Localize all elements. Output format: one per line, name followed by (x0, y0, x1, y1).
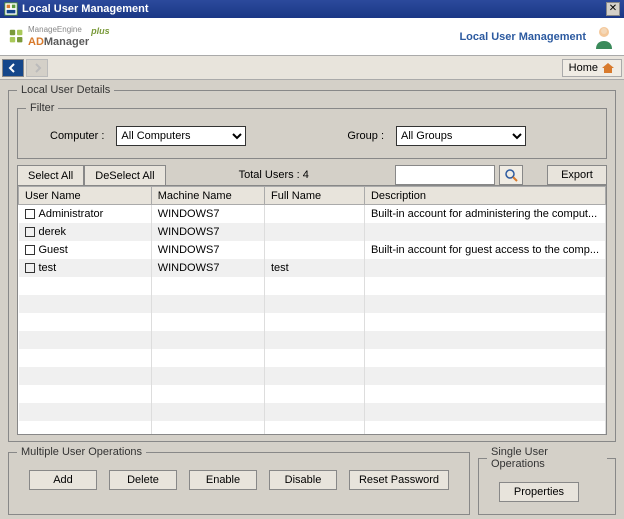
cell-machine: WINDOWS7 (151, 223, 264, 241)
cell-user: test (39, 262, 57, 274)
table-row (19, 295, 606, 313)
header: ManageEngine ADManager plus Local User M… (0, 18, 624, 56)
add-button[interactable]: Add (29, 470, 97, 490)
cell-full (264, 205, 364, 223)
table-row (19, 421, 606, 436)
multi-legend: Multiple User Operations (17, 446, 146, 458)
row-checkbox[interactable] (25, 245, 35, 255)
col-desc[interactable]: Description (364, 187, 605, 205)
row-checkbox[interactable] (25, 263, 35, 273)
logo-top: ManageEngine (28, 26, 89, 34)
table-row (19, 277, 606, 295)
search-input[interactable] (395, 165, 495, 185)
col-full[interactable]: Full Name (264, 187, 364, 205)
cell-machine: WINDOWS7 (151, 259, 264, 277)
back-button[interactable] (2, 59, 24, 77)
delete-button[interactable]: Delete (109, 470, 177, 490)
cell-desc: Built-in account for guest access to the… (364, 241, 605, 259)
cell-machine: WINDOWS7 (151, 205, 264, 223)
window-title: Local User Management (22, 3, 149, 15)
local-user-details: Local User Details Filter Computer : All… (8, 84, 616, 442)
titlebar: Local User Management ✕ (0, 0, 624, 18)
home-label: Home (569, 62, 598, 74)
user-avatar-icon (592, 25, 616, 49)
home-button[interactable]: Home (562, 59, 622, 77)
computer-label: Computer : (50, 130, 104, 142)
page-title: Local User Management (459, 31, 586, 43)
cell-user: Administrator (39, 208, 104, 220)
app-icon (4, 2, 18, 16)
search-icon (504, 168, 518, 182)
reset-password-button[interactable]: Reset Password (349, 470, 449, 490)
logo-icon (8, 28, 26, 46)
row-checkbox[interactable] (25, 227, 35, 237)
users-table: User Name Machine Name Full Name Descrip… (17, 185, 607, 435)
deselect-all-button[interactable]: DeSelect All (84, 165, 165, 185)
group-label: Group : (347, 130, 384, 142)
table-row[interactable]: Administrator WINDOWS7 Built-in account fo… (19, 205, 606, 223)
search-button[interactable] (499, 165, 523, 185)
navbar: Home (0, 56, 624, 80)
close-button[interactable]: ✕ (606, 2, 620, 16)
col-user[interactable]: User Name (19, 187, 152, 205)
select-all-button[interactable]: Select All (17, 165, 84, 185)
table-row (19, 367, 606, 385)
enable-button[interactable]: Enable (189, 470, 257, 490)
logo-ad: AD (28, 36, 44, 48)
row-checkbox[interactable] (25, 209, 35, 219)
disable-button[interactable]: Disable (269, 470, 337, 490)
cell-user: Guest (39, 244, 68, 256)
home-icon (601, 62, 615, 74)
export-button[interactable]: Export (547, 165, 607, 185)
logo-manager: Manager (44, 36, 89, 48)
table-row (19, 331, 606, 349)
single-user-ops: Single User Operations Properties (478, 446, 616, 515)
cell-machine: WINDOWS7 (151, 241, 264, 259)
filter-group: Filter Computer : All Computers Group : … (17, 102, 607, 159)
cell-full (264, 241, 364, 259)
filter-legend: Filter (26, 102, 58, 114)
table-row[interactable]: derek WINDOWS7 (19, 223, 606, 241)
single-legend: Single User Operations (487, 446, 607, 470)
total-users: Total Users : 4 (179, 169, 369, 181)
table-row[interactable]: testWINDOWS7test (19, 259, 606, 277)
details-legend: Local User Details (17, 84, 114, 96)
properties-button[interactable]: Properties (499, 482, 579, 502)
table-row (19, 385, 606, 403)
cell-full: test (264, 259, 364, 277)
cell-desc (364, 223, 605, 241)
cell-desc: Built-in account for administering the c… (364, 205, 605, 223)
logo-plus: plus (91, 26, 110, 36)
table-row (19, 349, 606, 367)
col-machine[interactable]: Machine Name (151, 187, 264, 205)
group-select[interactable]: All Groups (396, 126, 526, 146)
forward-button[interactable] (26, 59, 48, 77)
table-row[interactable]: Guest WINDOWS7 Built-in account for guest … (19, 241, 606, 259)
cell-user: derek (39, 226, 67, 238)
multi-user-ops: Multiple User Operations Add Delete Enab… (8, 446, 470, 515)
table-row (19, 313, 606, 331)
table-row (19, 403, 606, 421)
logo: ManageEngine ADManager plus (8, 26, 110, 48)
cell-desc (364, 259, 605, 277)
cell-full (264, 223, 364, 241)
computer-select[interactable]: All Computers (116, 126, 246, 146)
